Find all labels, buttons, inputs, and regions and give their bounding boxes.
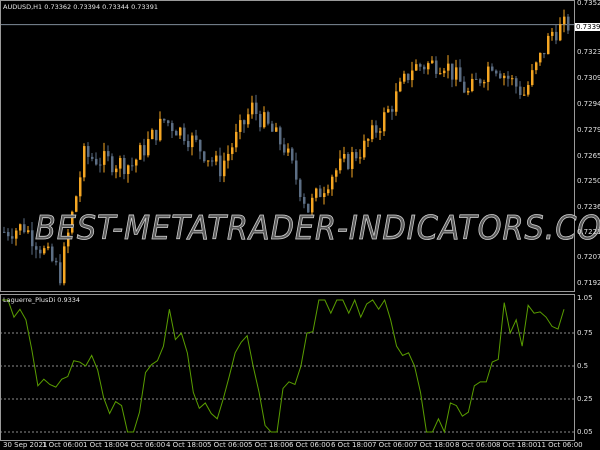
time-tick-label: 1 Oct 18:00 xyxy=(83,441,125,449)
time-tick-label: 30 Sep 2021 xyxy=(3,441,48,449)
time-tick-label: 8 Oct 18:00 xyxy=(496,441,538,449)
price-tick-label: 0.72070 xyxy=(577,253,600,261)
current-price-label: 0.73391 xyxy=(575,23,600,31)
price-tick-label: 0.71925 xyxy=(577,279,600,287)
price-tick-label: 0.73090 xyxy=(577,74,600,82)
price-tick-label: 0.72215 xyxy=(577,228,600,236)
indicator-panel-frame xyxy=(0,294,575,441)
time-tick-label: 4 Oct 06:00 xyxy=(124,441,166,449)
time-tick-label: 1 Oct 06:00 xyxy=(42,441,84,449)
indicator-tick-label: 0.75 xyxy=(577,329,593,337)
indicator-tick-label: 0.5 xyxy=(577,362,589,370)
watermark: BEST-METATRADER-INDICATORS.COM xyxy=(35,208,600,248)
indicator-tick-label: 0.25 xyxy=(577,395,593,403)
time-tick-label: 6 Oct 06:00 xyxy=(289,441,331,449)
price-tick-label: 0.73525 xyxy=(577,0,600,7)
price-tick-label: 0.72945 xyxy=(577,100,600,108)
time-tick-label: 8 Oct 06:00 xyxy=(455,441,497,449)
time-tick-label: 11 Oct 06:00 xyxy=(537,441,583,449)
price-tick-label: 0.73235 xyxy=(577,48,600,56)
indicator-tick-label: 1.05 xyxy=(577,294,593,302)
indicator-tick-label: 0.05 xyxy=(577,428,593,436)
indicator-title: Laguerre_PlusDi 0.9334 xyxy=(3,296,81,304)
price-tick-label: 0.72795 xyxy=(577,126,600,134)
price-tick-label: 0.72650 xyxy=(577,152,600,160)
time-tick-label: 7 Oct 06:00 xyxy=(372,441,414,449)
time-tick-label: 4 Oct 18:00 xyxy=(166,441,208,449)
symbol-title: AUDUSD,H1 0.73362 0.73394 0.73344 0.7339… xyxy=(3,3,158,11)
time-tick-label: 5 Oct 18:00 xyxy=(248,441,290,449)
time-tick-label: 6 Oct 18:00 xyxy=(331,441,373,449)
price-tick-label: 0.72360 xyxy=(577,203,600,211)
time-tick-label: 7 Oct 18:00 xyxy=(413,441,455,449)
main-panel-frame xyxy=(0,0,575,292)
time-tick-label: 5 Oct 06:00 xyxy=(207,441,249,449)
price-tick-label: 0.72505 xyxy=(577,177,600,185)
